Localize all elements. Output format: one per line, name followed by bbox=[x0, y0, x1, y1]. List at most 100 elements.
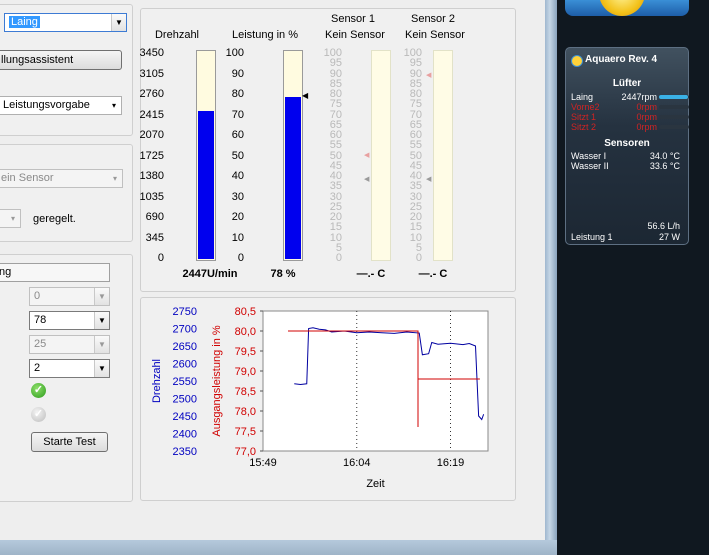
gauge-header: Leistung in % bbox=[231, 29, 299, 41]
fan-row: Laing 2447rpm bbox=[571, 92, 689, 102]
gauge-tube bbox=[283, 50, 303, 261]
gauge-header: Drehzahl bbox=[154, 29, 200, 41]
sensors-header: Sensoren bbox=[604, 138, 650, 149]
sensor-select[interactable]: ein Sensor ▾ bbox=[0, 169, 123, 188]
limit-marker-icon: ◀ bbox=[364, 151, 370, 159]
spin-down-icon[interactable]: ▼ bbox=[94, 360, 109, 377]
gauge-tick-label: 70 bbox=[231, 108, 244, 121]
chevron-down-icon[interactable]: ▾ bbox=[6, 210, 20, 227]
chevron-down-icon[interactable]: ▼ bbox=[111, 14, 126, 31]
sensor-name: Wasser I bbox=[571, 151, 607, 161]
y-left-tick-label: 2650 bbox=[173, 341, 197, 353]
y-right-tick-label: 79,5 bbox=[235, 346, 256, 358]
fan-name: Sitzt 1 bbox=[571, 112, 597, 122]
window-border bbox=[545, 0, 557, 555]
y-left-tick-label: 2350 bbox=[173, 446, 197, 458]
x-tick-label: 16:19 bbox=[437, 457, 465, 469]
level-marker-icon: ◀ bbox=[302, 91, 309, 101]
y-left-axis-label: Drehzahl bbox=[151, 359, 163, 403]
spin-field-2[interactable]: 78 ▼ bbox=[29, 311, 110, 330]
limit-marker-icon: ◀ bbox=[426, 71, 432, 79]
fan-name: Sitzt 2 bbox=[571, 122, 597, 132]
gauge-tick-label: 50 bbox=[231, 149, 244, 162]
test-name-field[interactable]: ng bbox=[0, 263, 110, 282]
spin-field-1-value: 0 bbox=[34, 290, 41, 302]
power-value: 27 W bbox=[658, 232, 680, 242]
spin-down-icon[interactable]: ▼ bbox=[94, 312, 109, 329]
fans-header: Lüfter bbox=[612, 78, 642, 89]
y-left-tick-label: 2450 bbox=[173, 411, 197, 423]
mode-select-value: Leistungsvorgabe bbox=[3, 99, 90, 111]
chevron-down-icon[interactable]: ▾ bbox=[107, 97, 121, 114]
fan-bar bbox=[659, 105, 689, 109]
gauge-tick-label: 60 bbox=[231, 129, 244, 141]
sensor-value: 34.0 °C bbox=[649, 151, 680, 161]
chevron-down-icon[interactable]: ▾ bbox=[108, 170, 122, 187]
gauge-fill bbox=[285, 96, 301, 259]
fan-bar bbox=[659, 95, 689, 99]
y-right-tick-label: 79,0 bbox=[235, 366, 256, 378]
pump-select-value: Laing bbox=[9, 16, 40, 28]
gauge-tick-label: 3450 bbox=[139, 47, 164, 59]
aquaero-title: Aquaero Rev. 4 bbox=[585, 54, 658, 65]
sun-image bbox=[565, 0, 689, 16]
gauge-tick-label: 1380 bbox=[139, 170, 164, 182]
y-left-tick-label: 2500 bbox=[173, 394, 197, 406]
spin-down-icon[interactable]: ▼ bbox=[94, 288, 109, 305]
pump-select[interactable]: Laing ▼ bbox=[4, 13, 127, 32]
x-tick-label: 16:04 bbox=[343, 457, 371, 469]
gauge-tick-label: 3105 bbox=[139, 67, 164, 80]
mode-select[interactable]: Leistungsvorgabe ▾ bbox=[0, 96, 122, 115]
spin-field-3-value: 25 bbox=[34, 338, 47, 350]
wizard-button[interactable]: llungsassistent bbox=[0, 50, 122, 70]
gauge-tick-label: 2760 bbox=[139, 88, 164, 100]
fan-bar-fill bbox=[659, 95, 688, 99]
gauge-tick-label: 0 bbox=[237, 252, 244, 264]
x-axis-label: Zeit bbox=[366, 478, 384, 490]
spin-down-icon[interactable]: ▼ bbox=[94, 336, 109, 353]
y-left-tick-label: 2600 bbox=[173, 359, 197, 371]
gauge-tube bbox=[433, 50, 453, 261]
y-right-tick-label: 80,0 bbox=[235, 326, 256, 338]
spin-field-4-value: 2 bbox=[34, 362, 41, 374]
spin-field-2-value: 78 bbox=[34, 314, 47, 326]
limit-marker-icon: ◀ bbox=[426, 176, 432, 184]
gauge-tube bbox=[371, 50, 391, 261]
gauge-tick-label: 0 bbox=[415, 252, 422, 264]
gauge-readout: 78 % bbox=[270, 268, 296, 280]
gauge-header: Kein Sensor bbox=[325, 29, 385, 41]
gauge-tick-label: 2415 bbox=[139, 108, 164, 121]
spin-field-3[interactable]: 25 ▼ bbox=[29, 335, 110, 354]
fan-speed: 0rpm bbox=[636, 102, 657, 112]
aquaero-logo-icon bbox=[571, 55, 583, 67]
fan-bar bbox=[659, 115, 689, 119]
limit-marker-icon: ◀ bbox=[364, 176, 370, 184]
regulation-select[interactable]: ▾ bbox=[0, 209, 21, 228]
y-left-tick-label: 2400 bbox=[173, 429, 197, 441]
spin-field-4[interactable]: 2 ▼ bbox=[29, 359, 110, 378]
gauge-tick-label: 30 bbox=[231, 190, 244, 203]
gauge-tick-label: 690 bbox=[145, 211, 164, 223]
fan-name: Laing bbox=[571, 92, 594, 102]
spin-field-1[interactable]: 0 ▼ bbox=[29, 287, 110, 306]
gauge-tube bbox=[196, 50, 216, 261]
gauge-tick-label: 1035 bbox=[139, 190, 164, 203]
gauge-tick-label: 10 bbox=[231, 231, 244, 244]
aquaero-widget[interactable]: Aquaero Rev. 4 Lüfter Laing 2447rpm Vorne2… bbox=[565, 47, 689, 245]
y-right-tick-label: 78,5 bbox=[235, 386, 256, 398]
gauge-readout: 2447U/min bbox=[182, 268, 238, 280]
sensor-name: Wasser II bbox=[571, 161, 609, 171]
gauge-header: Kein Sensor bbox=[405, 29, 465, 41]
gauge-tick-label: 90 bbox=[231, 67, 244, 80]
y-left-tick-label: 2550 bbox=[173, 376, 197, 388]
flow-value: 56.6 L/h bbox=[647, 221, 680, 231]
y-left-tick-label: 2750 bbox=[173, 306, 197, 318]
start-test-button[interactable]: Starte Test bbox=[31, 432, 108, 452]
fan-speed: 0rpm bbox=[636, 122, 657, 132]
y-right-tick-label: 80,5 bbox=[235, 306, 256, 318]
y-right-tick-label: 78,0 bbox=[235, 406, 256, 418]
gauge-fill bbox=[198, 111, 214, 259]
sensor-row: Wasser I 34.0 °C bbox=[571, 151, 683, 161]
gauge-title: Sensor 2 bbox=[410, 13, 456, 25]
x-tick-label: 15:49 bbox=[249, 457, 277, 469]
